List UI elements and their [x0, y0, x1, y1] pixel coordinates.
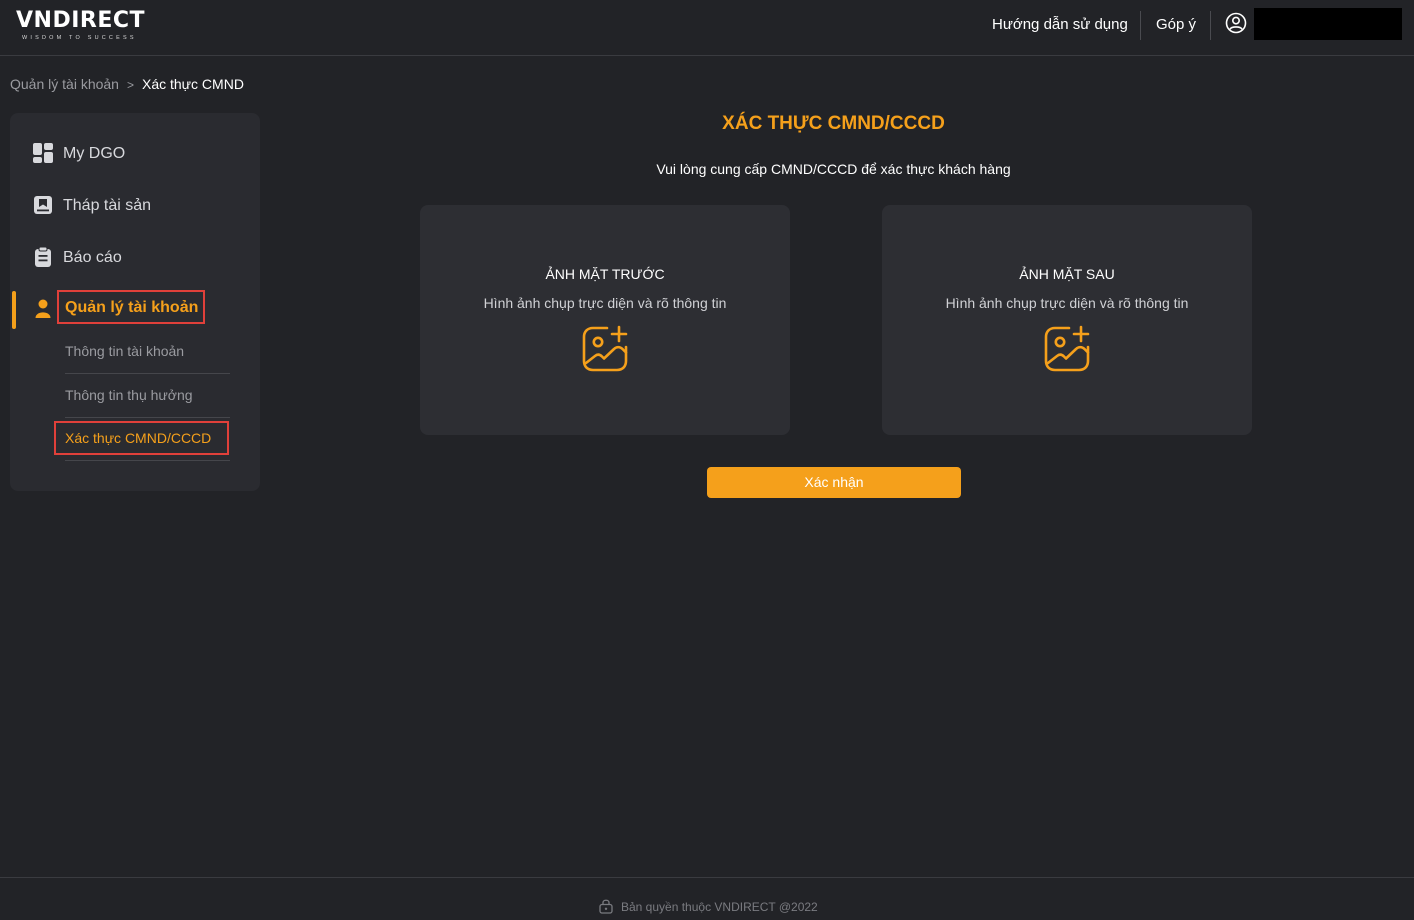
- feedback-link[interactable]: Góp ý: [1156, 16, 1196, 33]
- asset-tower-icon: [34, 196, 52, 214]
- vndirect-logo[interactable]: VNDIRECT WISDOM TO SUCCESS: [16, 8, 146, 44]
- copyright-text: Bản quyền thuộc VNDIRECT @2022: [621, 900, 818, 914]
- user-icon: [35, 299, 51, 318]
- sidebar-item-account-management[interactable]: Quản lý tài khoản: [57, 290, 206, 324]
- page-title: XÁC THỰC CMND/CCCD: [722, 113, 945, 134]
- header-divider: [1140, 11, 1141, 40]
- top-header: VNDIRECT WISDOM TO SUCCESS Hướng dẫn sử …: [0, 0, 1414, 56]
- footer: Bản quyền thuộc VNDIRECT @2022: [598, 898, 818, 914]
- subitem-label-active: Xác thực CMND/CCCD: [65, 430, 212, 446]
- sidebar-item-report[interactable]: Báo cáo: [10, 237, 260, 277]
- card-description: Hình ảnh chụp trực diện và rõ thông tin: [483, 295, 727, 311]
- sidebar-item-asset-tower[interactable]: Tháp tài sản: [10, 185, 260, 225]
- breadcrumb-separator: >: [126, 78, 134, 92]
- header-divider: [1210, 11, 1211, 40]
- clipboard-icon: [35, 246, 51, 267]
- logo-tagline: WISDOM TO SUCCESS: [22, 35, 137, 41]
- footer-divider: [0, 877, 1414, 878]
- subitem-label: Thông tin tài khoản: [65, 343, 185, 359]
- lock-icon: [599, 899, 613, 914]
- breadcrumb-current: Xác thực CMND: [141, 76, 244, 92]
- sidebar-item-label: Tháp tài sản: [63, 197, 152, 214]
- confirm-button[interactable]: Xác nhận: [707, 467, 961, 498]
- breadcrumb-parent[interactable]: Quản lý tài khoản: [10, 76, 119, 92]
- card-title: ẢNH MẶT SAU: [1019, 266, 1115, 282]
- user-guide-link[interactable]: Hướng dẫn sử dụng: [992, 16, 1128, 33]
- user-circle-icon[interactable]: [1225, 12, 1247, 34]
- card-title: ẢNH MẶT TRƯỚC: [545, 266, 665, 282]
- back-image-upload[interactable]: ẢNH MẶT SAU Hình ảnh chụp trực diện và r…: [882, 205, 1252, 435]
- user-name-redacted[interactable]: [1254, 8, 1402, 40]
- front-image-upload[interactable]: ẢNH MẶT TRƯỚC Hình ảnh chụp trực diện và…: [420, 205, 790, 435]
- card-description: Hình ảnh chụp trực diện và rõ thông tin: [945, 295, 1189, 311]
- subitem-label: Thông tin thụ hưởng: [65, 387, 193, 403]
- active-indicator: [12, 291, 16, 329]
- breadcrumb: Quản lý tài khoản > Xác thực CMND: [10, 76, 244, 92]
- subitem-account-info[interactable]: Thông tin tài khoản: [65, 331, 230, 374]
- subitem-beneficiary-info[interactable]: Thông tin thụ hưởng: [65, 375, 230, 418]
- logo-text: VNDIRECT: [16, 8, 146, 33]
- page-subtitle: Vui lòng cung cấp CMND/CCCD để xác thực …: [656, 161, 1011, 177]
- add-image-icon: [1044, 325, 1090, 372]
- sidebar-item-label: Báo cáo: [63, 249, 122, 266]
- add-image-icon: [582, 325, 628, 372]
